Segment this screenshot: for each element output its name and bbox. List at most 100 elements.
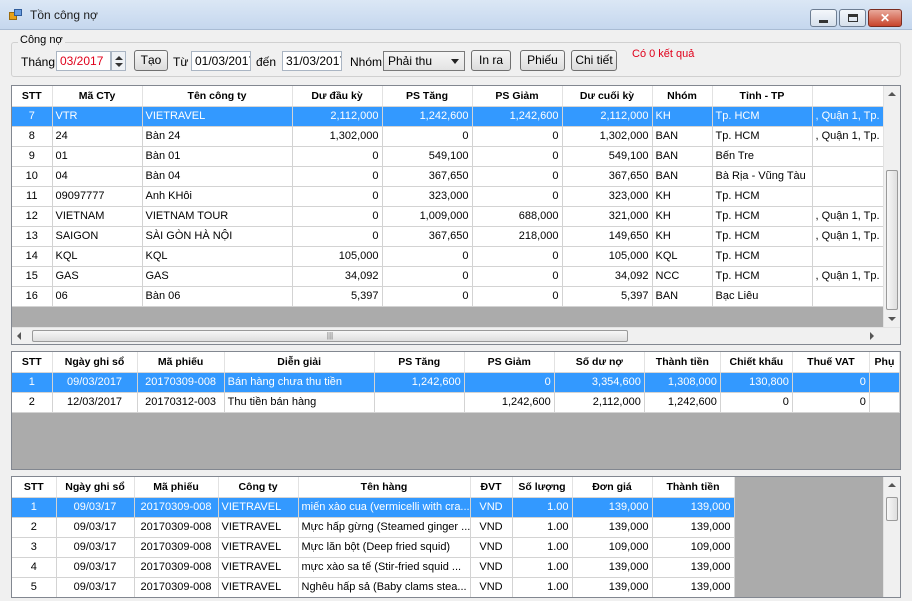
- column-header[interactable]: PS Giảm: [464, 352, 555, 373]
- column-header[interactable]: STT: [12, 86, 53, 107]
- column-header[interactable]: Ngày ghi sổ: [52, 352, 138, 373]
- table-cell: 323,000: [562, 186, 653, 207]
- debt-summary-grid[interactable]: STT Mã CTy Tên công ty Dư đầu kỳ PS Tăng PS G…: [11, 85, 901, 345]
- scroll-left-icon[interactable]: [17, 332, 21, 340]
- month-input[interactable]: 03/2017: [56, 51, 111, 71]
- table-cell: 1: [12, 372, 53, 393]
- table-cell: 130,800: [720, 372, 793, 393]
- scroll-down-icon[interactable]: [888, 317, 896, 321]
- month-label: Tháng: [21, 55, 56, 69]
- column-header[interactable]: Chiết khấu: [720, 352, 793, 373]
- column-header[interactable]: PS Giảm: [472, 86, 563, 107]
- column-header[interactable]: Mã phiếu: [137, 352, 225, 373]
- column-header[interactable]: Đơn giá: [572, 477, 653, 498]
- table-row[interactable]: 3 09/03/17 20170309-008 VIETRAVEL Mực lăn bộ…: [12, 537, 735, 558]
- scroll-up-icon[interactable]: [888, 483, 896, 487]
- column-header[interactable]: ĐVT: [470, 477, 513, 498]
- table-cell: 1.00: [512, 517, 573, 538]
- column-header[interactable]: Dư đầu kỳ: [292, 86, 383, 107]
- column-header[interactable]: Thành tiền: [652, 477, 735, 498]
- column-header[interactable]: Nhóm: [652, 86, 713, 107]
- table-row[interactable]: 16 06 Bàn 06 5,397 0 0 5,397 BAN Bạc Liêu: [12, 286, 885, 307]
- table-cell: GAS: [142, 266, 293, 287]
- table-row[interactable]: 7 VTR VIETRAVEL 2,112,000 1,242,600 1,242,600…: [12, 106, 885, 127]
- item-detail-grid[interactable]: STT Ngày ghi sổ Mã phiếu Công ty Tên hàng ĐVT…: [11, 476, 901, 598]
- voucher-button[interactable]: Phiếu: [520, 50, 565, 71]
- column-header[interactable]: PS Tăng: [374, 352, 465, 373]
- table-row[interactable]: 8 24 Bàn 24 1,302,000 0 0 1,302,000 BAN Tp. HCM,…: [12, 126, 885, 147]
- table-row[interactable]: 13 SAIGON SÀI GÒN HÀ NỘI 0 367,650 218,000 149…: [12, 226, 885, 247]
- from-date-input[interactable]: 01/03/2017: [191, 51, 251, 71]
- summary-vertical-scrollbar[interactable]: [883, 86, 900, 327]
- table-cell: KH: [652, 186, 713, 207]
- table-row[interactable]: 12 VIETNAM VIETNAM TOUR 0 1,009,000 688,000 32…: [12, 206, 885, 227]
- to-date-input[interactable]: 31/03/2017: [282, 51, 342, 71]
- table-cell: VIETRAVEL: [142, 106, 293, 127]
- spin-down-icon[interactable]: [115, 63, 123, 67]
- column-header[interactable]: Ngày ghi sổ: [56, 477, 135, 498]
- table-cell: VND: [470, 497, 513, 518]
- column-header[interactable]: Dư cuối kỳ: [562, 86, 653, 107]
- spin-up-icon[interactable]: [115, 56, 123, 60]
- column-header[interactable]: Số dư nợ: [554, 352, 645, 373]
- maximize-button[interactable]: [839, 9, 866, 27]
- table-cell: 1.00: [512, 537, 573, 558]
- table-row[interactable]: 5 09/03/17 20170309-008 VIETRAVEL Nghêu hấp …: [12, 577, 735, 597]
- table-cell: Tp. HCM: [712, 106, 813, 127]
- column-header[interactable]: Số lượng: [512, 477, 573, 498]
- column-header[interactable]: Tên hàng: [298, 477, 471, 498]
- close-button[interactable]: ✕: [868, 9, 902, 27]
- column-header[interactable]: [812, 86, 885, 107]
- table-cell: 0: [792, 392, 870, 413]
- table-cell: 0: [472, 286, 563, 307]
- summary-horizontal-scrollbar[interactable]: |||: [12, 327, 900, 344]
- item-vertical-scrollbar[interactable]: [883, 477, 900, 597]
- column-header[interactable]: Mã CTy: [52, 86, 143, 107]
- minimize-button[interactable]: [810, 9, 837, 27]
- title-bar[interactable]: Tồn công nợ ✕: [0, 0, 912, 30]
- table-cell: 0: [382, 126, 473, 147]
- scroll-thumb[interactable]: [886, 170, 898, 310]
- scroll-thumb[interactable]: [886, 497, 898, 521]
- column-header[interactable]: Thành tiền: [644, 352, 721, 373]
- voucher-grid[interactable]: STT Ngày ghi sổ Mã phiếu Diễn giải PS Tăng PS…: [11, 351, 901, 470]
- table-row[interactable]: 15 GAS GAS 34,092 0 0 34,092 NCC Tp. HCM, Quận 1…: [12, 266, 885, 287]
- create-button[interactable]: Tạo: [134, 50, 168, 71]
- print-button[interactable]: In ra: [471, 50, 511, 71]
- table-row[interactable]: 2 09/03/17 20170309-008 VIETRAVEL Mực hấp gừ…: [12, 517, 735, 538]
- column-header[interactable]: Thuế VAT: [792, 352, 870, 373]
- table-cell: Bán hàng chưa thu tiền: [224, 372, 375, 393]
- column-header[interactable]: PS Tăng: [382, 86, 473, 107]
- table-row[interactable]: 14 KQL KQL 105,000 0 0 105,000 KQL Tp. HCM: [12, 246, 885, 267]
- table-row[interactable]: 4 09/03/17 20170309-008 VIETRAVEL mực xào sa…: [12, 557, 735, 578]
- table-cell: [812, 286, 885, 307]
- table-cell: 323,000: [382, 186, 473, 207]
- table-cell: 321,000: [562, 206, 653, 227]
- table-row[interactable]: 2 12/03/2017 20170312-003 Thu tiền bán hàng…: [12, 392, 900, 413]
- month-spinner[interactable]: [111, 51, 126, 71]
- table-cell: [374, 392, 465, 413]
- column-header[interactable]: Công ty: [218, 477, 299, 498]
- column-header[interactable]: STT: [12, 352, 53, 373]
- horizontal-scroll-thumb[interactable]: |||: [32, 330, 628, 342]
- table-row[interactable]: 1 09/03/2017 20170309-008 Bán hàng chưa thu…: [12, 372, 900, 393]
- column-header[interactable]: Tên công ty: [142, 86, 293, 107]
- column-header[interactable]: Mã phiếu: [134, 477, 219, 498]
- table-cell: 1.00: [512, 497, 573, 518]
- table-row[interactable]: 10 04 Bàn 04 0 367,650 0 367,650 BAN Bà Rịa - Vũ…: [12, 166, 885, 187]
- table-row[interactable]: 1 09/03/17 20170309-008 VIETRAVEL miến xào c…: [12, 497, 735, 518]
- table-cell: Mực hấp gừng (Steamed ginger ...: [298, 517, 471, 538]
- table-row[interactable]: 9 01 Bàn 01 0 549,100 0 549,100 BAN Bến Tre: [12, 146, 885, 167]
- group-select[interactable]: Phải thu: [383, 51, 465, 71]
- detail-button[interactable]: Chi tiết: [571, 50, 617, 71]
- table-cell: , Quận 1, Tp.: [812, 206, 885, 227]
- table-row[interactable]: 11 09097777 Anh KHôi 0 323,000 0 323,000 KH Tp. …: [12, 186, 885, 207]
- scroll-right-icon[interactable]: [870, 332, 874, 340]
- column-header[interactable]: STT: [12, 477, 57, 498]
- scroll-up-icon[interactable]: [888, 92, 896, 96]
- column-header[interactable]: Diễn giải: [224, 352, 375, 373]
- column-header[interactable]: Tỉnh - TP: [712, 86, 813, 107]
- table-cell: VIETNAM: [52, 206, 143, 227]
- table-cell: KQL: [652, 246, 713, 267]
- column-header[interactable]: Phụ: [869, 352, 900, 373]
